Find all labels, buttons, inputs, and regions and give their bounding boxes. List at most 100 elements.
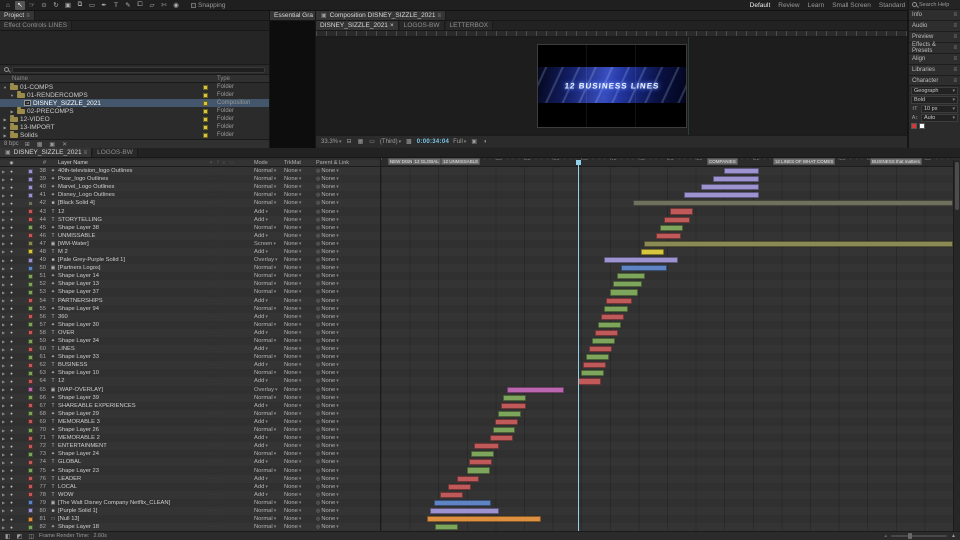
timeline-vertical-scrollbar[interactable] <box>953 160 960 531</box>
layer-duration-bar[interactable] <box>604 257 679 264</box>
layer-name[interactable]: Shape Layer 18 <box>58 524 206 530</box>
blend-mode-select[interactable]: Normal ▾ <box>254 306 284 312</box>
tab-essential-graphics[interactable]: Essential Gra <box>270 11 315 20</box>
label-color-chip[interactable] <box>25 200 35 206</box>
layer-switches[interactable]: ··· <box>206 387 254 393</box>
disclosure-icon[interactable]: ▶ <box>0 314 7 319</box>
layer-row[interactable]: ▶ ● 57 ✦ Shape Layer 30 ··· Normal ▾ None ▾ ◎ None ▾ <box>0 320 953 329</box>
layer-row[interactable]: ▶ ● 49 ■ [Pale Grey-Purple Solid 1] ··· Overla… <box>0 256 953 265</box>
blend-mode-select[interactable]: Add ▾ <box>254 492 284 498</box>
video-visibility-toggle[interactable]: ● <box>7 298 16 303</box>
video-visibility-toggle[interactable]: ● <box>7 169 16 174</box>
layer-duration-bar[interactable] <box>669 208 693 215</box>
composition-viewer[interactable]: 12 BUSINESS LINES <box>316 37 907 135</box>
disclosure-icon[interactable]: ▶ <box>0 282 7 287</box>
label-color-chip[interactable] <box>203 124 208 130</box>
label-color-chip[interactable] <box>25 451 35 457</box>
trkmat-select[interactable]: None ▾ <box>284 468 316 474</box>
trkmat-select[interactable]: None ▾ <box>284 395 316 401</box>
parent-link-select[interactable]: ◎ None ▾ <box>316 289 380 295</box>
trkmat-select[interactable]: None ▾ <box>284 273 316 279</box>
tab-project[interactable]: Project ≡ <box>0 11 35 20</box>
comp-marker[interactable]: BUSINESS that matters <box>870 158 922 165</box>
disclosure-icon[interactable]: ▶ <box>9 109 15 114</box>
trkmat-select[interactable]: None ▾ <box>284 200 316 206</box>
layer-duration-bar[interactable] <box>490 435 514 442</box>
safe-margins-icon[interactable]: ⊟ <box>346 138 353 145</box>
layer-switches[interactable]: ··· <box>206 516 254 522</box>
layer-row[interactable]: ▶ ● 79 ▣ [The Walt Disney Company Netflix_CL… <box>0 498 953 507</box>
layer-duration-bar[interactable] <box>641 248 665 256</box>
viewer-timecode[interactable]: 0:00:34:04 <box>417 139 449 145</box>
disclosure-icon[interactable]: ▶ <box>0 185 7 190</box>
comp-marker[interactable]: 12 GLOBAL <box>412 158 441 165</box>
layer-row[interactable]: ▶ ● 82 ✦ Shape Layer 18 ··· Normal ▾ None ▾ ◎ None ▾ <box>0 523 953 531</box>
layer-name[interactable]: M 2 <box>58 249 206 255</box>
label-color-chip[interactable] <box>203 108 208 114</box>
blend-mode-select[interactable]: Add ▾ <box>254 346 284 352</box>
disclosure-icon[interactable]: ▶ <box>2 133 8 138</box>
expand-transfer-controls-icon[interactable]: ◩ <box>16 533 24 540</box>
label-color-chip[interactable] <box>25 184 35 190</box>
zoom-out-icon[interactable]: ▵ <box>885 533 888 539</box>
layer-name[interactable]: [Pale Grey-Purple Solid 1] <box>58 257 206 263</box>
layer-duration-bar[interactable] <box>621 265 667 272</box>
layer-name[interactable]: [The Walt Disney Company Netflix_CLEAN] <box>58 500 206 506</box>
transparency-grid-icon[interactable]: ▩ <box>405 138 413 145</box>
blend-mode-select[interactable]: Add ▾ <box>254 249 284 255</box>
pickwhip-icon[interactable]: ◎ <box>316 411 320 417</box>
parent-link-select[interactable]: ◎ None ▾ <box>316 435 380 441</box>
disclosure-icon[interactable]: ▶ <box>0 177 7 182</box>
video-visibility-toggle[interactable]: ● <box>7 249 16 254</box>
layer-row[interactable]: ▶ ● 41 ✦ Disney_Logo Outlines ··· Normal ▾ None ▾… <box>0 191 953 200</box>
video-visibility-toggle[interactable]: ● <box>7 428 16 433</box>
puppet-pin-tool-icon[interactable]: ◉ <box>171 1 181 10</box>
layer-name[interactable]: Shape Layer 94 <box>58 306 206 312</box>
label-color-chip[interactable] <box>25 249 35 255</box>
layer-name[interactable]: [WM-Water] <box>58 241 206 247</box>
video-visibility-toggle[interactable]: ● <box>7 233 16 238</box>
disclosure-icon[interactable]: ▶ <box>0 258 7 263</box>
video-visibility-toggle[interactable]: ● <box>7 201 16 206</box>
layer-switches[interactable]: ··· <box>206 298 254 304</box>
trkmat-select[interactable]: None ▾ <box>284 217 316 223</box>
pickwhip-icon[interactable]: ◎ <box>316 330 320 336</box>
trkmat-select[interactable]: None ▾ <box>284 281 316 287</box>
video-visibility-toggle[interactable]: ● <box>7 468 16 473</box>
font-style-select[interactable]: Bold ▾ <box>911 96 958 104</box>
trkmat-select[interactable]: None ▾ <box>284 330 316 336</box>
video-visibility-toggle[interactable]: ● <box>7 508 16 513</box>
pickwhip-icon[interactable]: ◎ <box>316 314 320 320</box>
panel-tab-libraries[interactable]: Libraries ≡ <box>909 65 960 76</box>
disclosure-icon[interactable]: ▶ <box>0 322 7 327</box>
label-color-chip[interactable] <box>25 273 35 279</box>
timeline-tab-logos-bw[interactable]: LOGOS-BW <box>93 148 138 157</box>
layer-row[interactable]: ▶ ● 69 T MEMORABLE 3 ··· Add ▾ None ▾ ◎ None ▾ <box>0 417 953 426</box>
video-visibility-toggle[interactable]: ● <box>7 217 16 222</box>
panel-tab-audio[interactable]: Audio ≡ <box>909 21 960 32</box>
layer-duration-bar[interactable] <box>503 394 527 401</box>
layer-row[interactable]: ▶ ● 73 ✦ Shape Layer 24 ··· Normal ▾ None ▾ ◎ None ▾ <box>0 450 953 459</box>
layer-row[interactable]: ▶ ● 75 ✦ Shape Layer 23 ··· Normal ▾ None ▾ ◎ None ▾ <box>0 466 953 475</box>
blend-mode-select[interactable]: Normal ▾ <box>254 500 284 506</box>
panel-menu-icon[interactable]: ≡ <box>84 150 88 156</box>
workspace-small-screen[interactable]: Small Screen <box>832 2 871 9</box>
label-color-chip[interactable] <box>25 387 35 393</box>
layer-row[interactable]: ▶ ● 56 T 360 ··· Add ▾ None ▾ ◎ None ▾ <box>0 312 953 321</box>
layer-switches[interactable]: ··· <box>206 484 254 490</box>
trkmat-select[interactable]: None ▾ <box>284 306 316 312</box>
pickwhip-icon[interactable]: ◎ <box>316 338 320 344</box>
color-depth-button[interactable]: 8 bpc <box>4 141 19 147</box>
label-color-chip[interactable] <box>25 378 35 384</box>
selection-tool-icon[interactable]: ↖ <box>15 0 25 10</box>
label-color-chip[interactable] <box>25 370 35 376</box>
label-color-chip[interactable] <box>25 468 35 474</box>
trkmat-select[interactable]: None ▾ <box>284 387 316 393</box>
video-visibility-toggle[interactable]: ● <box>7 476 16 481</box>
parent-link-select[interactable]: ◎ None ▾ <box>316 459 380 465</box>
parent-link-select[interactable]: ◎ None ▾ <box>316 354 380 360</box>
label-color-chip[interactable] <box>25 168 35 174</box>
parent-link-select[interactable]: ◎ None ▾ <box>316 370 380 376</box>
pickwhip-icon[interactable]: ◎ <box>316 500 320 506</box>
layer-switches[interactable]: ··· <box>206 168 254 174</box>
